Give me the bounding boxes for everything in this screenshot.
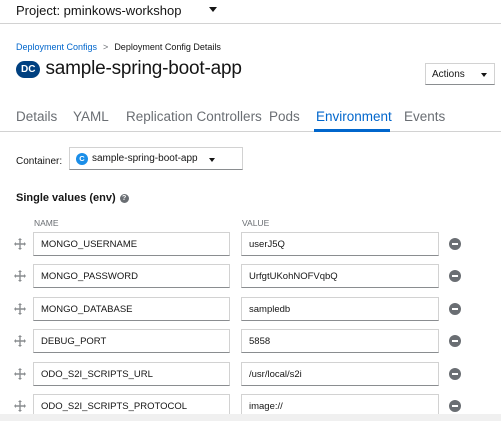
env-value-field[interactable]: sampledb xyxy=(241,297,439,321)
caret-down-icon[interactable] xyxy=(209,158,215,162)
minus-circle-icon[interactable] xyxy=(449,335,461,347)
env-row: MONGO_USERNAME userJ5Q xyxy=(0,232,501,256)
value-column-header: VALUE xyxy=(242,218,270,228)
minus-circle-icon[interactable] xyxy=(449,303,461,315)
env-name-field[interactable]: MONGO_DATABASE xyxy=(33,297,230,321)
env-value-field[interactable]: /usr/local/s2i xyxy=(241,362,439,386)
tab-events[interactable]: Events xyxy=(404,109,445,124)
container-select[interactable]: C sample-spring-boot-app xyxy=(69,147,243,170)
container-selected-value[interactable]: sample-spring-boot-app xyxy=(92,153,198,164)
breadcrumb-separator: > xyxy=(103,42,109,52)
tab-replication-controllers[interactable]: Replication Controllers xyxy=(126,109,262,124)
drag-handle-icon[interactable] xyxy=(14,400,26,412)
container-label: Container: xyxy=(16,156,63,167)
bottom-scroll-edge xyxy=(0,414,501,421)
env-row: DEBUG_PORT 5858 xyxy=(0,329,501,353)
env-name-field[interactable]: MONGO_PASSWORD xyxy=(33,264,230,288)
project-bar[interactable]: Project: pminkows-workshop xyxy=(0,0,501,24)
breadcrumb-current: Deployment Config Details xyxy=(114,42,221,52)
env-value-field[interactable]: 5858 xyxy=(241,329,439,353)
tab-yaml[interactable]: YAML xyxy=(73,109,109,124)
drag-handle-icon[interactable] xyxy=(14,303,26,315)
tab-details[interactable]: Details xyxy=(16,109,57,124)
env-section-title: Single values (env) ? xyxy=(16,192,129,204)
actions-label[interactable]: Actions xyxy=(432,69,465,80)
name-column-header: NAME xyxy=(34,218,59,228)
dc-badge: DC xyxy=(16,60,41,78)
caret-down-icon[interactable] xyxy=(481,73,487,77)
tab-bar: Details YAML Replication Controllers Pod… xyxy=(0,102,501,132)
env-section-heading: Single values (env) xyxy=(16,192,116,204)
caret-down-icon[interactable] xyxy=(209,7,217,12)
minus-circle-icon[interactable] xyxy=(449,368,461,380)
drag-handle-icon[interactable] xyxy=(14,368,26,380)
container-badge: C xyxy=(76,152,88,165)
env-name-field[interactable]: MONGO_USERNAME xyxy=(33,232,230,256)
env-name-field[interactable]: ODO_S2I_SCRIPTS_URL xyxy=(33,362,230,386)
drag-handle-icon[interactable] xyxy=(14,335,26,347)
container-row: Container: C sample-spring-boot-app xyxy=(16,147,243,170)
env-row: MONGO_DATABASE sampledb xyxy=(0,297,501,321)
env-name-field[interactable]: DEBUG_PORT xyxy=(33,329,230,353)
breadcrumb-deployment-configs-link[interactable]: Deployment Configs xyxy=(16,42,97,52)
active-tab-indicator xyxy=(314,129,390,132)
tab-environment[interactable]: Environment xyxy=(316,109,392,124)
help-icon[interactable]: ? xyxy=(119,193,129,203)
drag-handle-icon[interactable] xyxy=(14,270,26,282)
env-value-field[interactable]: UrfgtUKohNOFVqbQ xyxy=(241,264,439,288)
page-title-row: DC sample-spring-boot-app xyxy=(16,58,242,80)
env-row: ODO_S2I_SCRIPTS_URL /usr/local/s2i xyxy=(0,362,501,386)
drag-handle-icon[interactable] xyxy=(14,238,26,250)
actions-dropdown[interactable]: Actions xyxy=(425,63,495,85)
minus-circle-icon[interactable] xyxy=(449,400,461,412)
env-row: MONGO_PASSWORD UrfgtUKohNOFVqbQ xyxy=(0,264,501,288)
project-selector-label[interactable]: Project: pminkows-workshop xyxy=(16,3,181,18)
page-title: sample-spring-boot-app xyxy=(45,58,242,79)
tab-pods[interactable]: Pods xyxy=(269,109,300,124)
minus-circle-icon[interactable] xyxy=(449,238,461,250)
minus-circle-icon[interactable] xyxy=(449,270,461,282)
env-value-field[interactable]: userJ5Q xyxy=(241,232,439,256)
breadcrumb: Deployment Configs > Deployment Config D… xyxy=(16,42,221,52)
